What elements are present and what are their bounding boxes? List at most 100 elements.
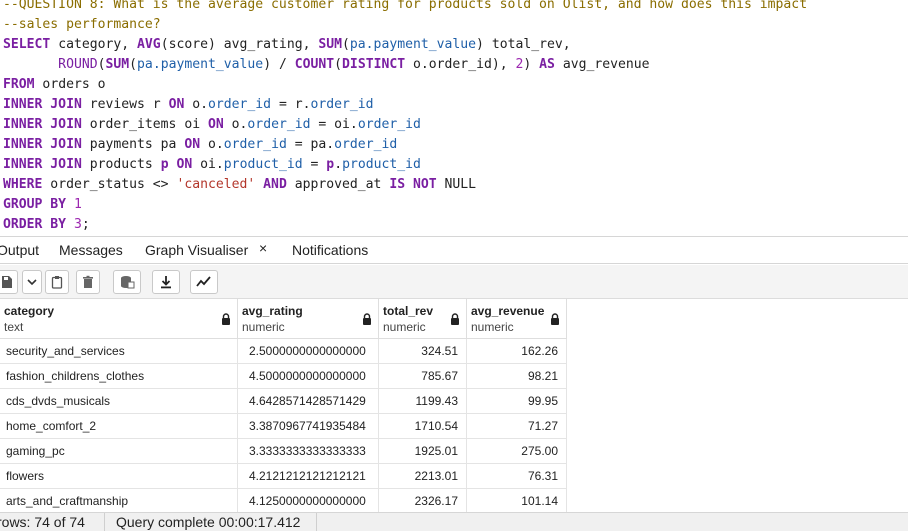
code-token: --sales performance? — [3, 17, 161, 32]
code-line[interactable]: --sales performance? — [3, 15, 807, 35]
sql-code[interactable]: --QUESTION 8: What is the average custom… — [3, 0, 807, 235]
tab-messages[interactable]: Messages — [59, 242, 123, 258]
table-cell[interactable]: 98.21 — [467, 364, 567, 389]
save-data-icon — [121, 276, 135, 289]
table-cell[interactable]: home_comfort_2 — [0, 414, 238, 439]
table-cell[interactable]: 162.26 — [467, 339, 567, 364]
table-cell[interactable]: 785.67 — [379, 364, 467, 389]
table-cell[interactable]: 2326.17 — [379, 489, 467, 514]
column-type: text — [4, 320, 24, 334]
table-cell[interactable]: 275.00 — [467, 439, 567, 464]
code-token: order_status <> — [42, 177, 177, 192]
code-token: category, — [50, 37, 138, 52]
sql-editor[interactable]: --QUESTION 8: What is the average custom… — [0, 0, 908, 236]
lock-icon — [550, 312, 560, 330]
column-type: numeric — [242, 320, 285, 334]
graph-visualiser-button[interactable] — [190, 270, 218, 294]
code-token: o.order_id), — [405, 57, 516, 72]
column-header[interactable]: avg_revenue numeric — [467, 299, 567, 339]
code-token: approved_at — [286, 177, 390, 192]
code-line[interactable]: ROUND(SUM(pa.payment_value) / COUNT(DIST… — [3, 55, 807, 75]
column-header[interactable]: total_rev numeric — [379, 299, 467, 339]
table-cell[interactable]: 2.5000000000000000 — [238, 339, 379, 364]
code-token: = pa. — [286, 137, 335, 152]
code-token: p — [326, 157, 335, 172]
code-token: ON — [207, 117, 224, 132]
code-token: 3 — [73, 217, 82, 232]
table-cell[interactable]: gaming_pc — [0, 439, 238, 464]
code-line[interactable]: SELECT category, AVG(score) avg_rating, … — [3, 35, 807, 55]
column-name: avg_rating — [242, 304, 303, 318]
code-line[interactable]: INNER JOIN payments pa ON o.order_id = p… — [3, 135, 807, 155]
tab-notifications[interactable]: Notifications — [292, 242, 368, 258]
save-file-button[interactable] — [0, 270, 18, 294]
code-line[interactable]: WHERE order_status <> 'canceled' AND app… — [3, 175, 807, 195]
tab-output[interactable]: Output — [0, 242, 39, 258]
table-cell[interactable]: 3.3333333333333333 — [238, 439, 379, 464]
code-token: . — [334, 157, 343, 172]
code-token: DISTINCT — [342, 57, 406, 72]
table-cell[interactable]: fashion_childrens_clothes — [0, 364, 238, 389]
code-token: = oi. — [310, 117, 358, 132]
result-tabs: Output Messages Graph Visualiser × Notif… — [0, 236, 908, 264]
save-file-icon — [2, 276, 12, 288]
code-token: INNER JOIN — [3, 97, 82, 112]
code-token: order_items oi — [81, 117, 208, 132]
table-cell[interactable]: 71.27 — [467, 414, 567, 439]
code-token: order_id — [247, 117, 311, 132]
table-cell[interactable]: 76.31 — [467, 464, 567, 489]
column-header[interactable]: category text — [0, 299, 238, 339]
code-token: order_id — [208, 97, 272, 112]
code-line[interactable]: INNER JOIN products p ON oi.product_id =… — [3, 155, 807, 175]
tab-graph-visualiser[interactable]: Graph Visualiser — [145, 242, 248, 258]
code-line[interactable]: INNER JOIN order_items oi ON o.order_id … — [3, 115, 807, 135]
table-cell[interactable]: 1710.54 — [379, 414, 467, 439]
save-options-dropdown[interactable] — [22, 270, 42, 294]
status-bar: rows: 74 of 74 Query complete 00:00:17.4… — [0, 512, 908, 531]
code-line[interactable]: --QUESTION 8: What is the average custom… — [3, 0, 807, 15]
code-token: COUNT — [294, 57, 335, 72]
code-token: product_id — [223, 157, 303, 172]
code-token: ) / — [263, 57, 295, 72]
save-data-button[interactable] — [113, 270, 141, 294]
table-cell[interactable]: 2213.01 — [379, 464, 467, 489]
table-cell[interactable]: 101.14 — [467, 489, 567, 514]
copy-button[interactable] — [45, 270, 69, 294]
code-token: order_id — [334, 137, 398, 152]
code-token: AVG — [137, 37, 161, 52]
table-cell[interactable]: 4.2121212121212121 — [238, 464, 379, 489]
table-cell[interactable]: 4.6428571428571429 — [238, 389, 379, 414]
code-token: products — [81, 157, 161, 172]
table-cell[interactable]: 4.1250000000000000 — [238, 489, 379, 514]
code-line[interactable]: FROM orders o — [3, 75, 807, 95]
table-cell[interactable]: 4.5000000000000000 — [238, 364, 379, 389]
result-toolbar — [0, 265, 908, 299]
code-token: ) total_rev, — [476, 37, 571, 52]
code-token: SELECT — [3, 37, 51, 52]
download-button[interactable] — [152, 270, 180, 294]
code-token: ROUND — [3, 57, 98, 72]
column-header[interactable]: avg_ratingnumeric — [238, 299, 379, 339]
code-token: p — [160, 157, 169, 172]
code-line[interactable]: INNER JOIN reviews r ON o.order_id = r.o… — [3, 95, 807, 115]
close-graph-tab-icon[interactable]: × — [259, 240, 267, 256]
code-line[interactable]: GROUP BY 1 — [3, 195, 807, 215]
code-token: INNER JOIN — [3, 117, 82, 132]
table-cell[interactable]: 1925.01 — [379, 439, 467, 464]
row-count: rows: 74 of 74 — [0, 514, 85, 530]
table-cell[interactable]: 1199.43 — [379, 389, 467, 414]
table-cell[interactable]: 99.95 — [467, 389, 567, 414]
table-cell[interactable]: 3.3870967741935484 — [238, 414, 379, 439]
table-cell[interactable]: cds_dvds_musicals — [0, 389, 238, 414]
code-line[interactable]: ORDER BY 3; — [3, 215, 807, 235]
code-token: ) — [523, 57, 540, 72]
code-token: ( — [129, 57, 138, 72]
table-cell[interactable]: 324.51 — [379, 339, 467, 364]
table-cell[interactable]: flowers — [0, 464, 238, 489]
code-token: product_id — [342, 157, 421, 172]
delete-button[interactable] — [76, 270, 100, 294]
table-cell[interactable]: arts_and_craftmanship — [0, 489, 238, 514]
table-cell[interactable]: security_and_services — [0, 339, 238, 364]
